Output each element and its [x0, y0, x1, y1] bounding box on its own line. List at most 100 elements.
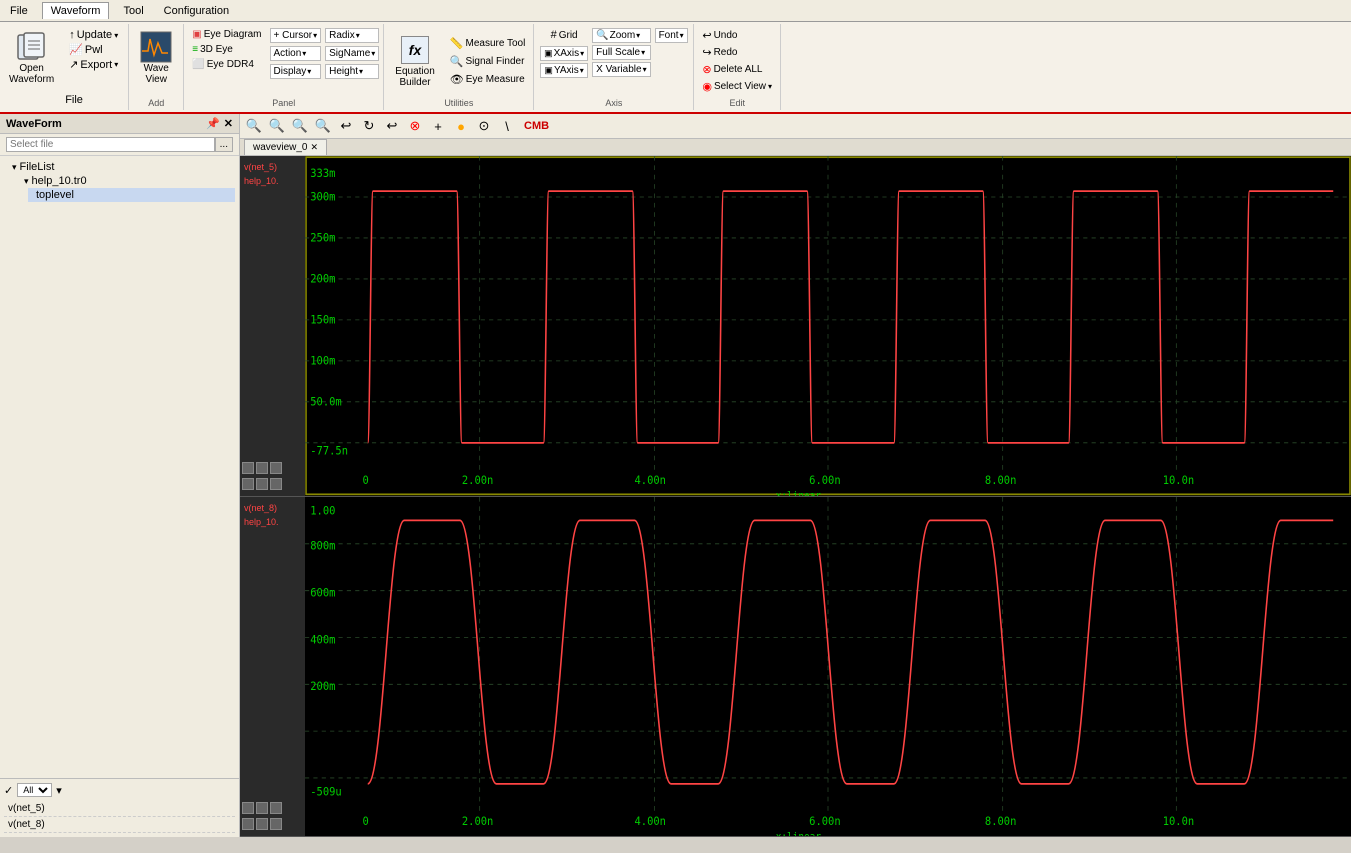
update-button[interactable]: ↑ Update ▾ — [65, 28, 122, 42]
x-variable-arrow: ▾ — [643, 65, 647, 74]
plot-2-btn-4[interactable] — [242, 818, 254, 830]
sidebar-file-btn[interactable]: ... — [215, 137, 233, 152]
plot-2-canvas[interactable]: 1.00 800m 600m 400m 200m -509u 0 2.00n 4… — [305, 497, 1351, 837]
plot-2: v(net_8) help_10. — [240, 497, 1351, 838]
svg-text:600m: 600m — [310, 585, 335, 599]
menu-waveform[interactable]: Waveform — [42, 2, 110, 19]
axis-label: Axis — [605, 96, 622, 108]
signal-item-0[interactable]: v(net_5) — [4, 801, 235, 817]
yaxis-button[interactable]: ▣ YAxis ▾ — [540, 63, 587, 78]
tb-circle-icon[interactable]: ⊙ — [474, 116, 494, 136]
signal-finder-button[interactable]: 🔍 Signal Finder — [446, 54, 530, 69]
plot-1-btn-3[interactable] — [270, 462, 282, 474]
waveform-tab-close-0[interactable]: ✕ — [310, 142, 318, 153]
signame-button[interactable]: SigName ▾ — [325, 46, 379, 61]
select-view-button[interactable]: ◉ Select View ▾ — [698, 79, 776, 94]
plot-1-btn-4[interactable] — [242, 478, 254, 490]
tb-zoom-in-icon[interactable]: 🔍 — [244, 116, 264, 136]
svg-text:333m: 333m — [310, 167, 335, 181]
signal-item-1[interactable]: v(net_8) — [4, 817, 235, 833]
filter-select[interactable]: All — [17, 783, 52, 797]
tb-redo-icon[interactable]: ↻ — [359, 116, 379, 136]
tree-file[interactable]: ▾ help_10.tr0 — [16, 174, 235, 188]
tb-zoom-fit-icon[interactable]: 🔍 — [290, 116, 310, 136]
tb-undo-icon[interactable]: ↩ — [336, 116, 356, 136]
tree-area: ▾ FileList ▾ help_10.tr0 toplevel — [0, 156, 239, 778]
select-view-arrow: ▾ — [768, 82, 772, 91]
display-button[interactable]: Display ▾ — [270, 64, 322, 79]
eye-diagram-button[interactable]: ▣ Eye Diagram — [188, 28, 265, 41]
full-scale-arrow: ▾ — [641, 48, 645, 57]
svg-text:2.00n: 2.00n — [462, 473, 493, 487]
tb-line-icon[interactable]: \ — [497, 116, 517, 136]
tb-back-icon[interactable]: ↩ — [382, 116, 402, 136]
menu-file[interactable]: File — [4, 3, 34, 19]
export-button[interactable]: ↗ Export ▾ — [65, 57, 122, 72]
tree-root-arrow: ▾ — [12, 162, 17, 173]
tb-cmb-btn[interactable]: CMB — [520, 116, 553, 136]
undo-button[interactable]: ↩ Undo — [698, 28, 776, 43]
xaxis-button[interactable]: ▣ XAxis ▾ — [540, 46, 588, 61]
menu-configuration[interactable]: Configuration — [158, 3, 235, 19]
sidebar-pin-icon[interactable]: 📌 — [206, 117, 220, 130]
plot-2-btn-2[interactable] — [256, 802, 268, 814]
height-arrow: ▾ — [359, 67, 363, 76]
measure-tool-button[interactable]: 📏 Measure Tool — [446, 36, 530, 51]
xaxis-arrow: ▾ — [580, 49, 584, 58]
menu-tool[interactable]: Tool — [117, 3, 149, 19]
svg-text:8.00n: 8.00n — [985, 473, 1016, 487]
svg-text:250m: 250m — [310, 231, 335, 245]
tb-stop-icon[interactable]: ⊗ — [405, 116, 425, 136]
plot-2-btn-5[interactable] — [256, 818, 268, 830]
tb-marker-icon[interactable]: ● — [451, 116, 471, 136]
svg-text:1.00: 1.00 — [310, 504, 335, 518]
eye-ddr4-button[interactable]: ⬜ Eye DDR4 — [188, 58, 265, 71]
sidebar-close-icon[interactable]: ✕ — [224, 117, 233, 130]
font-arrow: ▾ — [680, 31, 684, 40]
x-variable-button[interactable]: X Variable ▾ — [592, 62, 650, 77]
wave-view-icon — [140, 31, 172, 63]
plot-2-btn-1[interactable] — [242, 802, 254, 814]
equation-builder-button[interactable]: fx EquationBuilder — [388, 29, 441, 93]
svg-text:400m: 400m — [310, 632, 335, 646]
tree-toplevel[interactable]: toplevel — [28, 188, 235, 202]
delete-all-button[interactable]: ⊗ Delete ALL — [698, 62, 776, 77]
zoom-button[interactable]: 🔍 Zoom ▾ — [592, 28, 650, 43]
height-button[interactable]: Height ▾ — [325, 64, 379, 79]
sidebar-file-input[interactable] — [6, 137, 215, 152]
svg-text:x:linear: x:linear — [776, 831, 821, 836]
waveform-toolbar: 🔍 🔍 🔍 🔍 ↩ ↻ ↩ ⊗ + ● ⊙ \ CMB — [240, 114, 1351, 139]
edit-label: Edit — [729, 96, 745, 108]
font-button[interactable]: Font ▾ — [655, 28, 688, 43]
tree-root[interactable]: ▾ FileList — [4, 160, 235, 174]
grid-button[interactable]: # Grid — [547, 28, 582, 42]
tb-zoom-sel-icon[interactable]: 🔍 — [313, 116, 333, 136]
three-d-eye-button[interactable]: ≡ 3D Eye — [188, 43, 265, 56]
plot-1-canvas[interactable]: 333m 300m 250m 200m 150m 100m 50.0m -77.… — [305, 156, 1351, 496]
cursor-button[interactable]: + Cursor ▾ — [270, 28, 322, 43]
eye-diagram-icon: ▣ — [192, 29, 201, 40]
plot-1-btn-6[interactable] — [270, 478, 282, 490]
eye-measure-button[interactable]: 👁 Eye Measure — [446, 72, 530, 87]
plot-2-btn-3[interactable] — [270, 802, 282, 814]
signal-finder-icon: 🔍 — [450, 55, 464, 68]
plot-2-mini-toolbar-2 — [242, 816, 303, 832]
file-label: File — [65, 94, 122, 106]
waveform-tab-0[interactable]: waveview_0 ✕ — [244, 139, 327, 155]
plot-1-btn-5[interactable] — [256, 478, 268, 490]
radix-button[interactable]: Radix ▾ — [325, 28, 379, 43]
tree-file-arrow: ▾ — [24, 176, 29, 187]
redo-button[interactable]: ↪ Redo — [698, 45, 776, 60]
tb-add-icon[interactable]: + — [428, 116, 448, 136]
wave-view-label: WaveView — [144, 63, 169, 85]
full-scale-button[interactable]: Full Scale ▾ — [592, 45, 650, 60]
open-waveform-button[interactable]: OpenWaveform — [2, 26, 61, 108]
plot-1-btn-2[interactable] — [256, 462, 268, 474]
plot-1-btn-1[interactable] — [242, 462, 254, 474]
action-button[interactable]: Action ▾ — [270, 46, 322, 61]
plot-2-btn-6[interactable] — [270, 818, 282, 830]
export-arrow: ▾ — [114, 60, 118, 69]
tb-zoom-out-icon[interactable]: 🔍 — [267, 116, 287, 136]
pwl-button[interactable]: 📈 Pwl — [65, 42, 122, 57]
wave-view-button[interactable]: WaveView — [133, 26, 179, 90]
